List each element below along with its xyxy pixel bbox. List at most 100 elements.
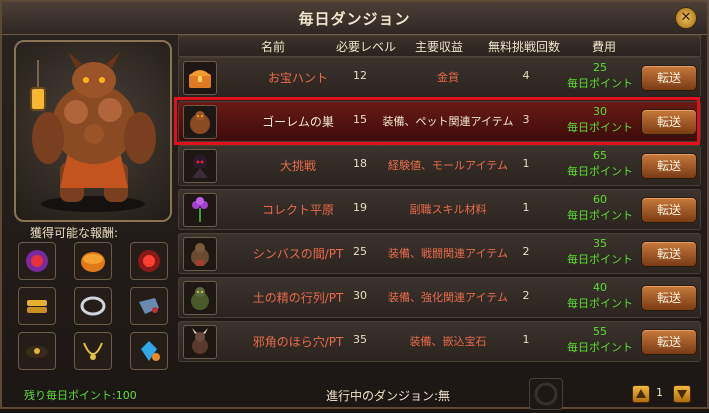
cost-value: 40 [593,281,607,294]
reward-slot[interactable] [74,242,112,280]
page-number: 1 [656,386,663,399]
cost-unit: 毎日ポイント [567,121,633,134]
main-gain: 金貨 [437,71,459,84]
free-attempts: 2 [522,289,530,302]
reward-slot[interactable] [74,332,112,370]
cost: 60 毎日ポイント [566,192,634,224]
free-attempts: 1 [522,333,530,346]
main-gain: 装備、ペット関連アイテム [382,115,514,128]
reward-slot[interactable] [18,287,56,325]
close-icon: ✕ [680,10,692,25]
rewards-label: 獲得可能な報酬: [30,226,119,240]
daily-dungeon-window: 毎日ダンジョン ✕ 獲得可能な報酬: 残り毎日ポイント:100 名前 必要レベル… [0,0,709,410]
reward-slot[interactable] [74,287,112,325]
horned-demon-icon [183,325,217,359]
cost: 55 毎日ポイント [566,324,634,356]
cost-value: 35 [593,237,607,250]
teleport-button[interactable]: 転送 [641,285,697,311]
required-level: 30 [353,289,367,302]
teleport-button[interactable]: 転送 [641,109,697,135]
teleport-button[interactable]: 転送 [641,197,697,223]
cost-value: 30 [593,105,607,118]
dungeon-emblem-icon [529,378,563,410]
cost-unit: 毎日ポイント [567,165,633,178]
dungeon-portrait [14,40,172,222]
arrow-up-icon [636,389,646,398]
reward-slot[interactable] [130,332,168,370]
cost-unit: 毎日ポイント [567,209,633,222]
main-gain: 装備、嵌込宝石 [409,335,487,348]
mooncake-icon [81,252,105,272]
title-bar: 毎日ダンジョン ✕ [2,2,707,35]
window-title: 毎日ダンジョン [298,10,411,28]
cost: 40 毎日ポイント [566,280,634,312]
cost-unit: 毎日ポイント [567,253,633,266]
purple-flower-icon [183,193,217,227]
col-cost: 費用 [591,40,616,54]
required-level: 12 [353,69,367,82]
cost: 35 毎日ポイント [566,236,634,268]
main-gain: 副職スキル材料 [409,203,487,216]
dungeon-row[interactable]: 土の精の行列/PT 30 装備、強化関連アイテム 2 40 毎日ポイント 転送 [178,277,701,318]
page-up-button[interactable] [632,385,650,403]
silver-ring-icon [80,296,106,316]
reward-slot[interactable] [130,242,168,280]
blue-gem-icon [141,341,160,361]
cost: 30 毎日ポイント [566,104,634,136]
col-level: 必要レベル [335,40,396,54]
table-header: 名前 必要レベル 主要収益 無料挑戦回数 費用 [178,35,701,57]
dungeon-row[interactable]: 邪角のほら穴/PT 35 装備、嵌込宝石 1 55 毎日ポイント 転送 [178,321,701,362]
col-count: 無料挑戦回数 [487,40,560,54]
free-attempts: 1 [522,157,530,170]
reward-slot[interactable] [18,332,56,370]
gold-necklace-icon [83,342,103,360]
required-level: 19 [353,201,367,214]
dungeon-row[interactable]: お宝ハント 12 金貨 4 25 毎日ポイント 転送 [178,57,701,98]
col-name: 名前 [260,40,285,54]
main-gain: 装備、戦闘関連アイテム [388,247,508,260]
earth-spirit-icon [183,281,217,315]
free-attempts: 3 [522,113,530,126]
remaining-points: 残り毎日ポイント:100 [24,389,137,402]
teleport-button[interactable]: 転送 [641,153,697,179]
free-attempts: 4 [522,69,530,82]
teleport-button[interactable]: 転送 [641,65,697,91]
free-attempts: 1 [522,201,530,214]
cost-value: 25 [593,61,607,74]
cost-unit: 毎日ポイント [567,341,633,354]
required-level: 18 [353,157,367,170]
progress-status: 進行中のダンジョン:無 [326,389,451,403]
cost-value: 60 [593,193,607,206]
golem-icon [183,105,217,139]
free-attempts: 2 [522,245,530,258]
cost-value: 65 [593,149,607,162]
golem-portrait-icon [30,52,156,212]
dungeon-row-selected[interactable]: ゴーレムの巣 15 装備、ペット関連アイテム 3 30 毎日ポイント 転送 [178,101,701,142]
cost-unit: 毎日ポイント [567,297,633,310]
gauntlet-icon [139,298,159,314]
dungeon-row[interactable]: シンバスの間/PT 25 装備、戦闘関連アイテム 2 35 毎日ポイント 転送 [178,233,701,274]
required-level: 25 [353,245,367,258]
arrow-down-icon [677,390,687,399]
cost: 25 毎日ポイント [566,60,634,92]
treasure-chest-icon [183,61,217,95]
main-gain: 装備、強化関連アイテム [388,291,508,304]
dungeon-row[interactable]: 大挑戦 18 経験値、モールアイテム 1 65 毎日ポイント 転送 [178,145,701,186]
reward-slot[interactable] [130,287,168,325]
reward-slot[interactable] [18,242,56,280]
col-gain: 主要収益 [414,40,463,54]
dark-knight-icon [183,149,217,183]
cost: 65 毎日ポイント [566,148,634,180]
red-gem-icon [26,250,48,272]
close-button[interactable]: ✕ [675,7,697,29]
required-level: 35 [353,333,367,346]
main-gain: 経験値、モールアイテム [388,159,508,172]
page-down-button[interactable] [673,385,691,403]
teleport-button[interactable]: 転送 [641,241,697,267]
required-level: 15 [353,113,367,126]
dark-amulet-icon [26,346,48,358]
beast-icon [183,237,217,271]
gold-stack-icon [27,300,47,313]
teleport-button[interactable]: 転送 [641,329,697,355]
dungeon-row[interactable]: コレクト平原 19 副職スキル材料 1 60 毎日ポイント 転送 [178,189,701,230]
